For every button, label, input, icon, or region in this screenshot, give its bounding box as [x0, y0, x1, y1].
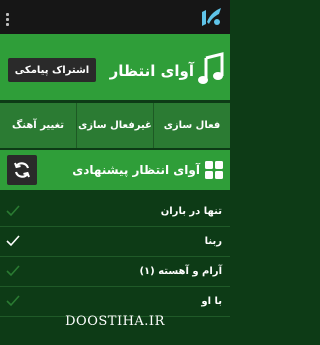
- change-tone-button[interactable]: تغییر آهنگ: [0, 103, 76, 148]
- suggestion-list: تنها در باران ربنا آرام و آهسته (۱) با ا…: [0, 197, 230, 317]
- sms-subscribe-button[interactable]: اشتراک پیامکی: [8, 58, 96, 82]
- check-icon: [6, 265, 20, 277]
- deactivate-button[interactable]: غیرفعال سازی: [76, 103, 153, 148]
- activate-button[interactable]: فعال سازی: [153, 103, 230, 148]
- check-icon: [6, 295, 20, 307]
- refresh-icon: [14, 162, 30, 178]
- watermark: DOOSTIHA.IR: [65, 314, 165, 329]
- list-item[interactable]: تنها در باران: [0, 197, 230, 227]
- music-note-icon: [198, 52, 224, 84]
- list-item[interactable]: ربنا: [0, 227, 230, 257]
- check-icon: [6, 235, 20, 247]
- grid-icon: [205, 161, 223, 179]
- action-bar: تغییر آهنگ غیرفعال سازی فعال سازی: [0, 103, 230, 148]
- list-item[interactable]: آرام و آهسته (۱): [0, 257, 230, 287]
- list-item-title: ربنا: [204, 236, 222, 247]
- app-logo-icon: [202, 8, 221, 26]
- check-icon: [6, 205, 20, 217]
- suggestions-title: آوای انتظار پیشنهادی: [72, 163, 200, 177]
- list-item-title: تنها در باران: [160, 206, 222, 217]
- top-bar: [0, 0, 230, 34]
- list-item-title: آرام و آهسته (۱): [139, 266, 222, 277]
- player-title: آوای انتظار: [109, 62, 194, 80]
- refresh-button[interactable]: [7, 155, 37, 185]
- overflow-menu-icon[interactable]: [6, 13, 9, 26]
